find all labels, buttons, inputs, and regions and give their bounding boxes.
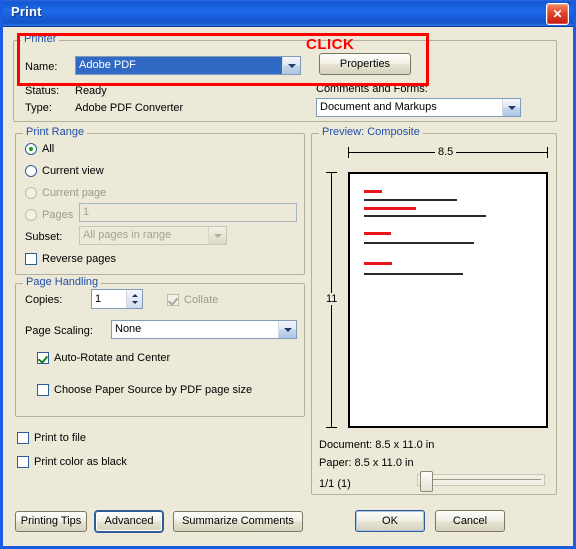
- advanced-label: Advanced: [104, 515, 154, 527]
- pages-input[interactable]: 1: [79, 203, 297, 222]
- radio-mark-icon: [25, 187, 37, 199]
- copies-value: 1: [95, 293, 102, 305]
- print-range-radio-current-view[interactable]: Current view: [25, 165, 104, 178]
- print-range-radio-pages-label: Pages: [42, 209, 74, 221]
- printer-group-legend: Printer: [21, 33, 60, 45]
- printing-tips-button[interactable]: Printing Tips: [15, 511, 87, 532]
- printer-status-value: Ready: [75, 85, 107, 97]
- preview-text-line: [364, 215, 486, 217]
- collate-label: Collate: [184, 294, 219, 306]
- preview-width-tick-right: [547, 147, 548, 158]
- slider-track: [421, 479, 541, 480]
- page-scaling-label: Page Scaling:: [25, 325, 93, 337]
- paper-source-label: Choose Paper Source by PDF page size: [54, 384, 253, 396]
- preview-height-tick-bottom: [326, 427, 337, 428]
- document-size-info: Document: 8.5 x 11.0 in: [319, 439, 435, 451]
- preview-width-tick-left: [348, 147, 349, 158]
- summarize-comments-label: Summarize Comments: [182, 515, 294, 527]
- print-to-file-label: Print to file: [34, 432, 86, 444]
- paper-size-info: Paper: 8.5 x 11.0 in: [319, 457, 414, 469]
- preview-text-line: [364, 232, 391, 235]
- preview-height-tick-top: [326, 172, 337, 173]
- title-bar: Print: [3, 0, 573, 27]
- cancel-label: Cancel: [452, 515, 488, 527]
- slider-thumb[interactable]: [420, 471, 433, 492]
- ok-label: OK: [382, 515, 398, 527]
- subset-value: All pages in range: [83, 229, 172, 241]
- summarize-comments-button[interactable]: Summarize Comments: [173, 511, 303, 532]
- paper-source-checkbox[interactable]: Choose Paper Source by PDF page size: [37, 384, 252, 397]
- printer-type-label: Type:: [25, 102, 52, 114]
- advanced-button[interactable]: Advanced: [95, 511, 163, 532]
- page-preview[interactable]: [348, 172, 548, 428]
- comments-and-forms-label: Comments and Forms:: [316, 83, 428, 95]
- copies-label: Copies:: [25, 294, 63, 306]
- collate-checkbox: Collate: [167, 294, 218, 307]
- chevron-down-icon[interactable]: [282, 57, 300, 74]
- subset-combo: All pages in range: [79, 226, 227, 245]
- chevron-down-icon: [208, 227, 226, 244]
- stepper-arrows-icon[interactable]: [126, 290, 142, 308]
- properties-button-label: Properties: [339, 58, 391, 70]
- cancel-button[interactable]: Cancel: [435, 510, 505, 532]
- radio-mark-icon: [25, 209, 37, 221]
- printing-tips-label: Printing Tips: [20, 515, 82, 527]
- radio-mark-icon: [25, 165, 37, 177]
- checkbox-box-icon: [37, 384, 49, 396]
- print-color-as-black-label: Print color as black: [34, 456, 127, 468]
- page-scaling-value: None: [115, 323, 142, 335]
- page-handling-legend: Page Handling: [23, 276, 102, 288]
- print-range-radio-current-view-label: Current view: [42, 165, 104, 177]
- comments-and-forms-value: Document and Markups: [320, 101, 437, 113]
- checkbox-box-icon: [25, 253, 37, 265]
- print-dialog: Print Printer Name: Adobe PDF Properties…: [0, 0, 576, 549]
- print-range-radio-current-page: Current page: [25, 187, 106, 200]
- print-range-radio-all-label: All: [42, 143, 55, 155]
- comments-and-forms-combo[interactable]: Document and Markups: [316, 98, 521, 117]
- reverse-pages-checkbox[interactable]: Reverse pages: [25, 253, 116, 266]
- print-range-radio-current-page-label: Current page: [42, 187, 107, 199]
- close-icon[interactable]: [546, 3, 569, 25]
- preview-text-line: [364, 199, 457, 201]
- print-range-legend: Print Range: [23, 126, 88, 138]
- page-scaling-combo[interactable]: None: [111, 320, 297, 339]
- preview-text-line: [364, 242, 474, 244]
- print-range-radio-pages: Pages: [25, 209, 73, 222]
- preview-text-line: [364, 262, 392, 265]
- preview-page-slider[interactable]: [417, 471, 545, 492]
- checkbox-box-icon: [17, 456, 29, 468]
- window-title: Print: [11, 4, 42, 19]
- auto-rotate-label: Auto-Rotate and Center: [54, 352, 171, 364]
- printer-name-value: Adobe PDF: [76, 57, 282, 74]
- preview-height-label: 11: [323, 293, 341, 305]
- page-counter: 1/1 (1): [319, 478, 351, 490]
- copies-stepper[interactable]: 1: [91, 289, 143, 309]
- print-range-radio-all[interactable]: All: [25, 143, 54, 156]
- printer-name-combo[interactable]: Adobe PDF: [75, 56, 301, 75]
- printer-status-label: Status:: [25, 85, 60, 97]
- checkbox-box-icon: [37, 352, 49, 364]
- preview-text-line: [364, 190, 382, 193]
- chevron-down-icon[interactable]: [502, 99, 520, 116]
- subset-label: Subset:: [25, 231, 63, 243]
- ok-button[interactable]: OK: [355, 510, 425, 532]
- print-to-file-checkbox[interactable]: Print to file: [17, 432, 86, 445]
- radio-mark-icon: [25, 143, 37, 155]
- print-color-as-black-checkbox[interactable]: Print color as black: [17, 456, 127, 469]
- chevron-down-icon[interactable]: [278, 321, 296, 338]
- click-annotation-label: CLICK: [306, 36, 355, 53]
- printer-name-label: Name:: [25, 61, 58, 73]
- preview-legend: Preview: Composite: [319, 126, 423, 138]
- checkbox-box-icon: [17, 432, 29, 444]
- preview-text-line: [364, 207, 416, 210]
- checkbox-box-icon: [167, 294, 179, 306]
- preview-width-label: 8.5: [435, 146, 457, 158]
- properties-button[interactable]: Properties: [319, 53, 411, 75]
- auto-rotate-checkbox[interactable]: Auto-Rotate and Center: [37, 352, 170, 365]
- printer-type-value: Adobe PDF Converter: [75, 102, 184, 114]
- reverse-pages-label: Reverse pages: [42, 253, 116, 265]
- preview-text-line: [364, 273, 463, 275]
